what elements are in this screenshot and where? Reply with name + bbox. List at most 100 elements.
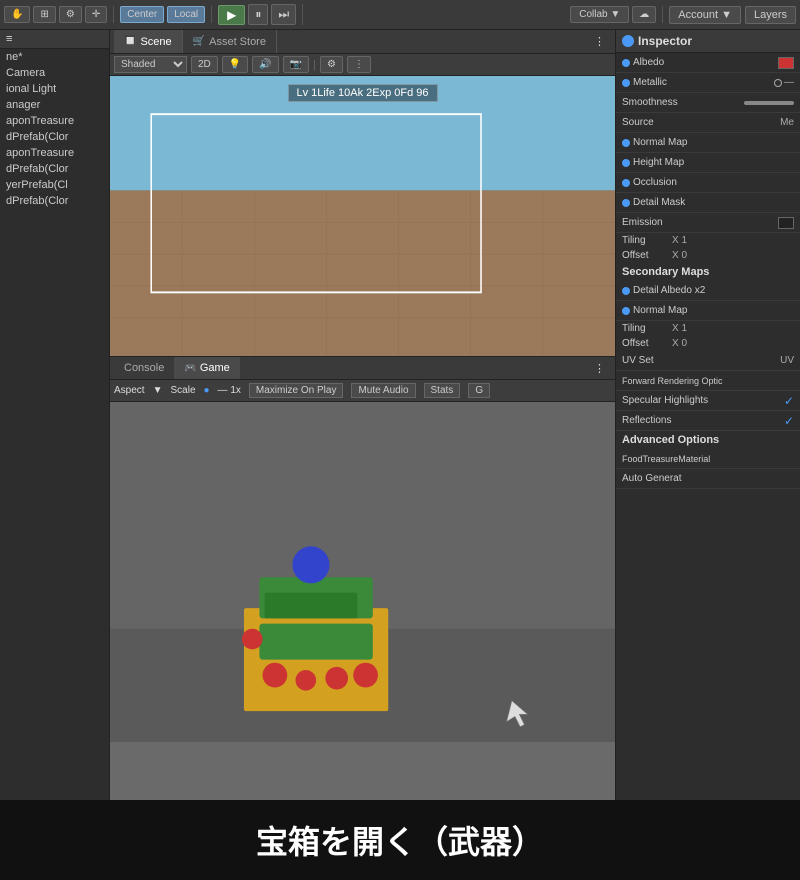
- tiling2-x: X 1: [672, 323, 687, 334]
- secondary-maps-section: Secondary Maps: [616, 263, 800, 281]
- albedo-swatch[interactable]: [778, 57, 794, 69]
- shading-select[interactable]: Shaded Wireframe: [114, 56, 187, 73]
- game-tab[interactable]: 🎮 Game: [174, 357, 239, 379]
- forward-row: Forward Rendering Optic: [616, 371, 800, 391]
- emission-swatch[interactable]: [778, 217, 794, 229]
- reflections-value[interactable]: ✓: [784, 414, 794, 428]
- height-map-row: Height Map: [616, 153, 800, 173]
- tiling2-label: Tiling: [622, 323, 672, 334]
- smoothness-slider[interactable]: [744, 101, 794, 105]
- console-tab-label: Console: [124, 362, 164, 374]
- scene-tab[interactable]: 🔲 Scene: [114, 30, 183, 53]
- specular-row: Specular Highlights ✓: [616, 391, 800, 411]
- collab-btn[interactable]: Collab ▼: [570, 6, 629, 23]
- normal-map2-row: Normal Map: [616, 301, 800, 321]
- mute-btn[interactable]: Mute Audio: [351, 383, 415, 398]
- hierarchy-item-3[interactable]: anager: [0, 97, 109, 113]
- hierarchy-item-9[interactable]: dPrefab(Clor: [0, 193, 109, 209]
- bottom-bar: 宝箱を開く（武器）: [0, 800, 800, 880]
- detail-mask-row: Detail Mask: [616, 193, 800, 213]
- scene-more-btn[interactable]: ⋮: [347, 56, 371, 73]
- height-dot: [622, 159, 630, 167]
- step-btn[interactable]: ⏭: [271, 4, 296, 25]
- play-btn[interactable]: ▶: [218, 5, 245, 25]
- hierarchy-item-2[interactable]: ional Light: [0, 81, 109, 97]
- metallic-row: Metallic —: [616, 73, 800, 93]
- account-btn[interactable]: Account ▼: [669, 6, 741, 24]
- reflections-checkbox[interactable]: ✓: [784, 414, 794, 428]
- game-content: Lv 1Life 10Ak 2Exp 0Fd 98: [110, 402, 615, 800]
- japanese-subtitle: 宝箱を開く（武器）: [256, 817, 544, 863]
- metallic-value: —: [774, 77, 794, 88]
- hierarchy-item-0[interactable]: ne*: [0, 49, 109, 65]
- move-tool-btn[interactable]: ✛: [85, 6, 107, 23]
- main-layout: ≡ ne* Camera ional Light anager aponTrea…: [0, 30, 800, 800]
- collab-group: Collab ▼ ☁: [570, 6, 663, 23]
- scale-value: — 1x: [218, 385, 241, 396]
- maximize-btn[interactable]: Maximize On Play: [249, 383, 344, 398]
- scene-tab-bar: 🔲 Scene 🛒 Asset Store ⋮: [110, 30, 615, 54]
- scene-tab-label: Scene: [140, 36, 171, 48]
- game-toolbar: Aspect ▼ Scale ● — 1x Maximize On Play M…: [110, 380, 615, 402]
- height-map-label: Height Map: [622, 157, 794, 168]
- smoothness-row: Smoothness: [616, 93, 800, 113]
- center-btn[interactable]: Center: [120, 6, 164, 23]
- lighting-btn[interactable]: 💡: [222, 56, 248, 73]
- rect-tool-btn[interactable]: ⊞: [33, 6, 55, 23]
- fx-btn[interactable]: 🔊: [252, 56, 278, 73]
- hierarchy-item-7[interactable]: dPrefab(Clor: [0, 161, 109, 177]
- hierarchy-list: ne* Camera ional Light anager aponTreasu…: [0, 49, 109, 209]
- albedo-label: Albedo: [622, 57, 778, 68]
- game-scene-svg: [110, 402, 615, 742]
- auto-gen-row: Auto Generat: [616, 469, 800, 489]
- scene-cam-btn[interactable]: 📷: [283, 56, 309, 73]
- stats-btn[interactable]: Stats: [424, 383, 461, 398]
- console-tab[interactable]: Console: [114, 357, 174, 379]
- advanced-options-section: Advanced Options: [616, 431, 800, 449]
- hierarchy-item-6[interactable]: aponTreasure: [0, 145, 109, 161]
- hierarchy-item-5[interactable]: dPrefab(Clor: [0, 129, 109, 145]
- occlusion-row: Occlusion: [616, 173, 800, 193]
- pause-btn[interactable]: ⏸: [248, 4, 268, 25]
- albedo-value[interactable]: [778, 57, 794, 69]
- layers-btn[interactable]: Layers: [745, 6, 796, 24]
- albedo-row: Albedo: [616, 53, 800, 73]
- emission-value: [778, 217, 794, 229]
- scale-label: Scale: [170, 385, 195, 396]
- metallic-dash: —: [784, 77, 794, 88]
- metallic-label: Metallic: [622, 77, 774, 88]
- hierarchy-item-4[interactable]: aponTreasure: [0, 113, 109, 129]
- bottom-tab-bar: Console 🎮 Game ⋮: [110, 356, 615, 380]
- cloud-btn[interactable]: ☁: [632, 6, 656, 23]
- scene-view: Lv 1Life 10Ak 2Exp 0Fd 96: [110, 76, 615, 356]
- hierarchy-item-8[interactable]: yerPrefab(Cl: [0, 177, 109, 193]
- material-label: FoodTreasureMaterial: [622, 454, 794, 464]
- hierarchy-item-1[interactable]: Camera: [0, 65, 109, 81]
- local-btn[interactable]: Local: [167, 6, 205, 23]
- inspector-icon: [622, 35, 634, 47]
- gizmos-btn[interactable]: ⚙: [320, 56, 343, 73]
- gizmos-game-btn[interactable]: G: [468, 383, 490, 398]
- hierarchy-menu-icon: ≡: [6, 33, 12, 45]
- settings-btn[interactable]: ⚙: [59, 6, 82, 23]
- 2d-btn[interactable]: 2D: [191, 56, 218, 73]
- specular-checkbox[interactable]: ✓: [784, 394, 794, 408]
- playback-group: ▶ ⏸ ⏭: [218, 4, 303, 25]
- hand-tool-btn[interactable]: ✋: [4, 6, 30, 23]
- scene-tab-icon: 🔲: [124, 36, 136, 47]
- tab-bar-menu[interactable]: ⋮: [588, 35, 611, 48]
- game-view: Lv 1Life 10Ak 2Exp 0Fd 98: [110, 402, 615, 800]
- forward-label: Forward Rendering Optic: [622, 376, 794, 386]
- uv-value: UV: [780, 355, 794, 366]
- uv-set-label: UV Set: [622, 355, 780, 366]
- asset-store-tab[interactable]: 🛒 Asset Store: [183, 30, 277, 53]
- offset2-row: Offset X 0: [616, 336, 800, 351]
- offset2-x: X 0: [672, 338, 687, 349]
- scale-dot: ●: [204, 385, 210, 396]
- occlusion-label: Occlusion: [622, 177, 794, 188]
- bottom-tab-menu[interactable]: ⋮: [588, 362, 611, 375]
- emission-label: Emission: [622, 217, 778, 228]
- specular-value[interactable]: ✓: [784, 394, 794, 408]
- tool-group-2: Center Local: [120, 6, 212, 23]
- normal-map2-label: Normal Map: [622, 305, 794, 316]
